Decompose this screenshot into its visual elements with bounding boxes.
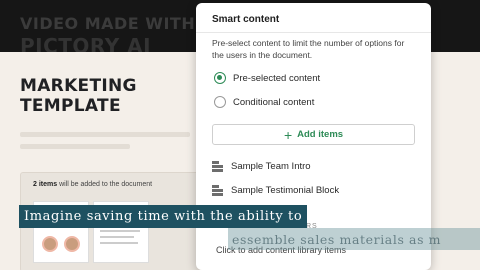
popup-title: Smart content xyxy=(212,14,280,25)
radio-preselected-content[interactable]: Pre-selected content xyxy=(214,72,320,84)
ghost-caption-text: essemble sales materials as m xyxy=(232,232,442,247)
content-item-team-intro[interactable]: Sample Team Intro xyxy=(212,161,311,172)
placeholder-text-line xyxy=(20,144,130,149)
placeholder-text-line xyxy=(100,230,140,232)
divider xyxy=(196,32,431,33)
placeholder-text-line xyxy=(100,236,134,238)
items-count-bold: 2 items xyxy=(33,181,58,188)
placeholder-text-line xyxy=(100,242,138,244)
template-title: MARKETING TEMPLATE xyxy=(20,76,137,116)
team-document-icon xyxy=(212,161,223,172)
add-items-button[interactable]: + Add items xyxy=(212,124,415,145)
plus-icon: + xyxy=(283,126,293,143)
ghost-caption-bar: essemble sales materials as m xyxy=(228,228,480,250)
team-member-avatar xyxy=(42,236,58,252)
watermark-line-1: VIDEO MADE WITH xyxy=(20,14,196,33)
popup-description: Pre-select content to limit the number o… xyxy=(212,38,405,60)
add-items-label: Add items xyxy=(297,129,344,140)
placeholder-text-line xyxy=(20,132,190,137)
radio-button-selected[interactable] xyxy=(214,72,226,84)
items-count-rest: will be added to the document xyxy=(57,181,153,188)
team-member-avatar xyxy=(64,236,80,252)
radio-button[interactable] xyxy=(214,96,226,108)
testimonial-document-icon xyxy=(212,185,223,196)
radio-label: Conditional content xyxy=(233,96,315,108)
content-item-label: Sample Team Intro xyxy=(231,161,311,172)
template-title-line-1: MARKETING xyxy=(20,76,137,96)
items-count-text: 2 items will be added to the document xyxy=(33,181,152,188)
radio-label: Pre-selected content xyxy=(233,72,321,84)
content-item-label: Sample Testimonial Block xyxy=(231,185,340,196)
content-item-testimonial[interactable]: Sample Testimonial Block xyxy=(212,185,339,196)
video-caption: Imagine saving time with the ability to xyxy=(19,205,308,228)
radio-conditional-content[interactable]: Conditional content xyxy=(214,96,314,108)
template-title-line-2: TEMPLATE xyxy=(20,96,121,116)
